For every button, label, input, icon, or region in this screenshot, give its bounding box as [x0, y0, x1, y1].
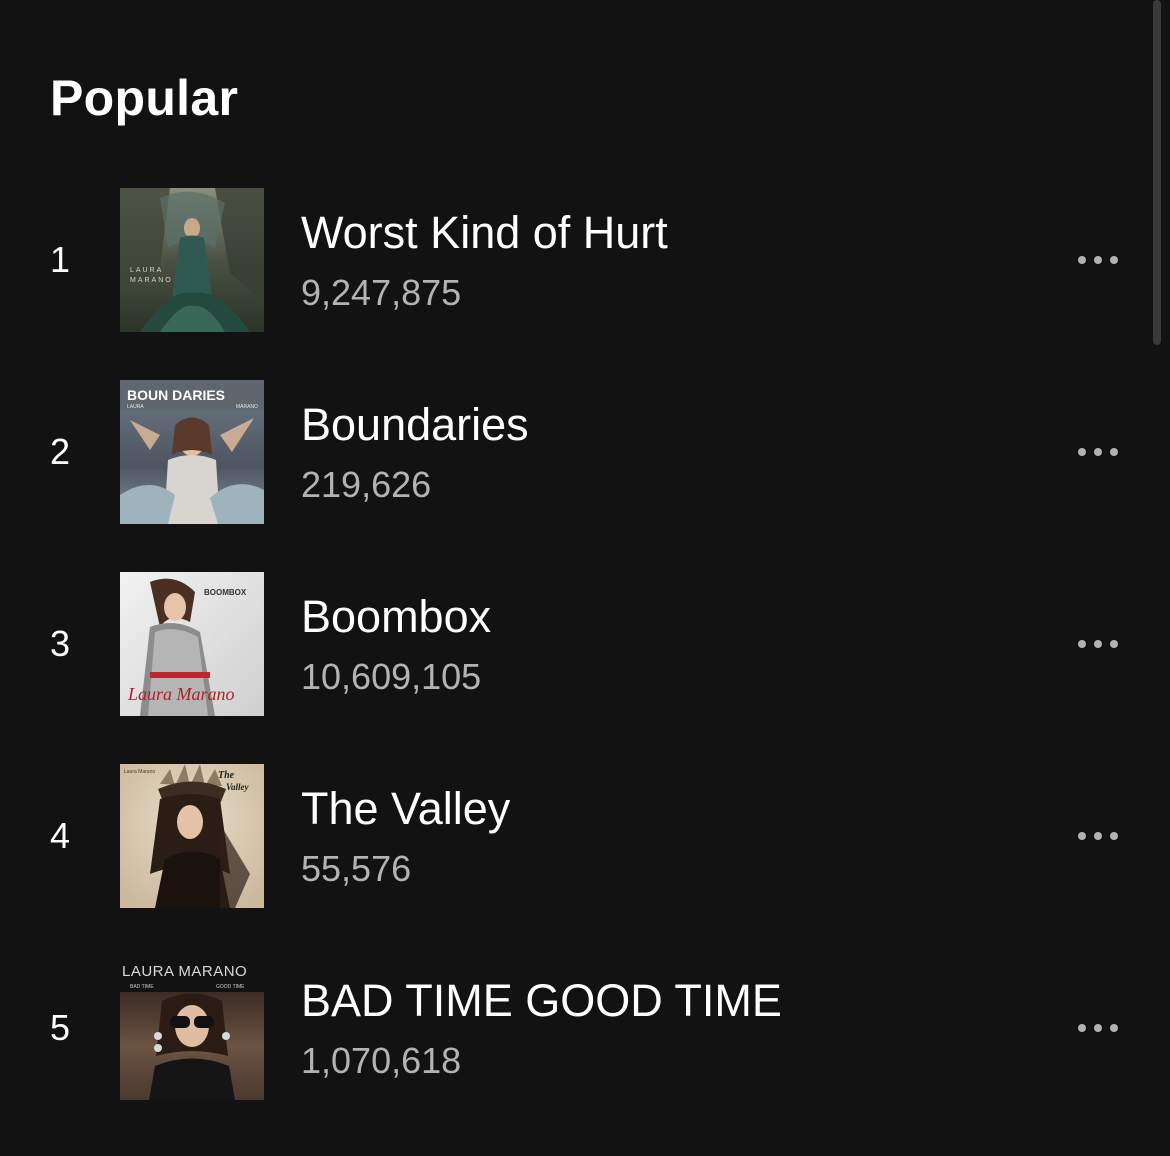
art-text: BOOMBOX — [204, 588, 247, 597]
art-text: MARANO — [130, 277, 173, 284]
track-row[interactable]: 5 LAURA MARANO BAD TIME GOOD TIME BAD TI… — [0, 956, 1150, 1100]
section-title: Popular — [50, 70, 239, 126]
play-count: 55,576 — [301, 848, 412, 889]
dot — [1110, 448, 1118, 456]
play-count: 1,070,618 — [301, 1040, 462, 1081]
more-options-icon[interactable] — [1068, 630, 1128, 658]
dot — [1094, 832, 1102, 840]
art-text: The — [218, 770, 235, 781]
art-text: Valley — [226, 782, 250, 792]
track-rank: 4 — [49, 815, 71, 856]
dot — [1110, 640, 1118, 648]
dot — [1110, 832, 1118, 840]
album-cover-boundaries: BOUN DARIES LAURA MARANO — [120, 380, 264, 524]
album-cover-worst-kind-of-hurt: LAURA MARANO — [120, 188, 264, 332]
album-cover-the-valley: Laura Marano The Valley — [120, 764, 264, 908]
dot — [1078, 448, 1086, 456]
dot — [1110, 256, 1118, 264]
track-rank: 3 — [49, 623, 71, 664]
dot — [1078, 640, 1086, 648]
more-options-icon[interactable] — [1068, 438, 1128, 466]
track-rank: 2 — [49, 431, 71, 472]
more-options-icon[interactable] — [1068, 246, 1128, 274]
art-text: MARANO — [236, 404, 258, 410]
dot — [1094, 256, 1102, 264]
track-title[interactable]: Worst Kind of Hurt — [301, 207, 668, 259]
art-text: LAURA — [130, 267, 163, 274]
track-row[interactable]: 4 Laura Marano The Valley The Valley 55,… — [0, 764, 1150, 908]
scrollbar[interactable] — [1153, 0, 1161, 345]
art-text: BOUN DARIES — [127, 387, 225, 403]
track-rank: 1 — [49, 239, 71, 280]
album-cover-bad-time-good-time: LAURA MARANO BAD TIME GOOD TIME — [120, 956, 264, 1100]
art-text: LAURA — [127, 404, 144, 410]
play-count: 9,247,875 — [301, 272, 462, 313]
more-options-icon[interactable] — [1068, 1014, 1128, 1042]
track-title[interactable]: Boundaries — [301, 399, 529, 451]
track-row[interactable]: 3 BOOMBOX Laura Marano Boombox 10,609,10… — [0, 572, 1150, 716]
track-rank: 5 — [49, 1007, 71, 1048]
dot — [1078, 832, 1086, 840]
track-title[interactable]: Boombox — [301, 591, 491, 643]
dot — [1094, 1024, 1102, 1032]
dot — [1078, 1024, 1086, 1032]
track-row[interactable]: 1 LAURA MARANO Worst Kind of Hurt 9,247,… — [0, 188, 1150, 332]
art-text: GOOD TIME — [216, 984, 245, 990]
more-options-icon[interactable] — [1068, 822, 1128, 850]
dot — [1094, 448, 1102, 456]
art-text: Laura Marano — [124, 769, 155, 775]
dot — [1110, 1024, 1118, 1032]
dot — [1078, 256, 1086, 264]
art-text: BAD TIME — [130, 984, 154, 990]
album-cover-boombox: BOOMBOX Laura Marano — [120, 572, 264, 716]
play-count: 10,609,105 — [301, 656, 482, 697]
art-text: Laura Marano — [127, 684, 235, 704]
track-row[interactable]: 2 BOUN DARIES LAURA MARANO Boundaries 21… — [0, 380, 1150, 524]
art-text: LAURA MARANO — [122, 963, 247, 980]
track-title[interactable]: BAD TIME GOOD TIME — [301, 975, 782, 1027]
dot — [1094, 640, 1102, 648]
track-title[interactable]: The Valley — [301, 783, 510, 835]
play-count: 219,626 — [301, 464, 432, 505]
